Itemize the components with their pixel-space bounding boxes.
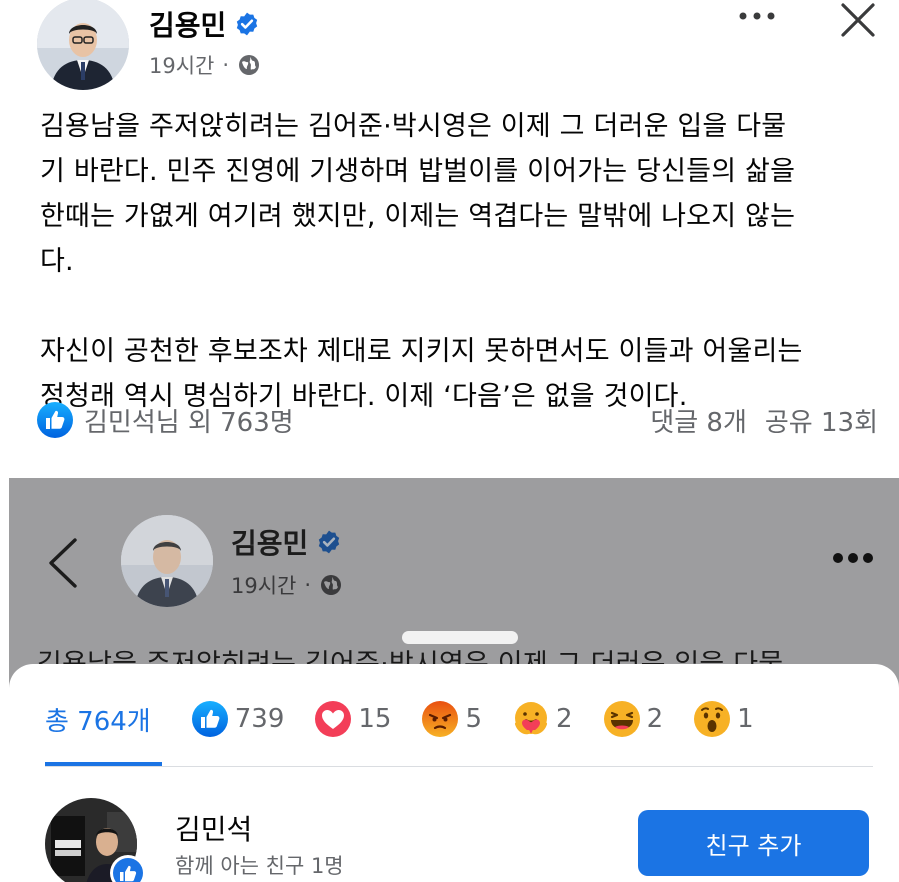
like-badge-icon	[110, 855, 146, 882]
person-name[interactable]: 김민석	[175, 808, 252, 848]
comments-count[interactable]: 댓글 8개	[650, 402, 747, 439]
tab-wow[interactable]: 1	[693, 694, 754, 744]
viewer-time[interactable]: 19시간	[231, 570, 296, 600]
angry-icon	[422, 701, 459, 737]
haha-count: 2	[646, 704, 664, 734]
meta-separator: ·	[304, 573, 312, 597]
divider	[45, 766, 873, 767]
post-meta: 19시간 ·	[149, 50, 261, 80]
post-line: 김용남을 주저앉히려는 김어준·박시영은 이제 그 더러운 입을 다물	[40, 111, 787, 142]
tab-love[interactable]: 15	[314, 694, 391, 744]
total-reactions-label: 총 764개	[45, 706, 151, 737]
tab-angry[interactable]: 5	[421, 694, 482, 744]
globe-icon	[239, 55, 260, 75]
reactions-summary: 김민석님 외 763명 댓글 8개 공유 13회	[36, 398, 878, 442]
post-card: 김용민 19시간 · 김용남을 주저앉히려는 김어준·박시영은 이제 그 더러운…	[0, 0, 899, 478]
viewer-author[interactable]: 김용민	[231, 522, 342, 562]
post-line: 다.	[40, 246, 74, 277]
care-count: 2	[556, 704, 573, 734]
haha-icon	[603, 701, 640, 737]
meta-separator: ·	[222, 53, 230, 77]
love-icon	[315, 701, 352, 737]
verified-badge-icon	[319, 530, 340, 554]
tab-like[interactable]: 739	[191, 694, 285, 744]
care-icon	[515, 702, 548, 735]
post-line: 자신이 공천한 후보조차 제대로 지키지 못하면서도 이들과 어울리는	[40, 336, 803, 367]
post-line: 기 바란다. 민주 진영에 기생하며 밥벌이를 이어가는 당신들의 삶을	[40, 156, 796, 187]
tab-haha[interactable]: 2	[603, 694, 664, 744]
love-count: 15	[358, 704, 392, 734]
add-friend-button[interactable]: 친구 추가	[638, 810, 869, 876]
tab-care[interactable]: 2	[512, 694, 573, 744]
post-line: 한때는 가엾게 여기려 했지만, 이제는 역겹다는 말밖에 나오지 않는	[40, 201, 796, 232]
globe-icon	[321, 575, 342, 595]
wow-icon	[694, 701, 731, 737]
mutual-friends: 함께 아는 친구 1명	[175, 854, 344, 878]
post-time[interactable]: 19시간	[149, 50, 214, 80]
more-options-icon[interactable]	[737, 6, 777, 26]
author-name[interactable]: 김용민	[149, 4, 226, 44]
back-chevron-icon[interactable]	[45, 536, 81, 590]
close-icon[interactable]	[838, 0, 878, 40]
angry-count: 5	[465, 704, 483, 734]
post-body: 김용남을 주저앉히려는 김어준·박시영은 이제 그 더러운 입을 다물 기 바란…	[40, 104, 875, 419]
likers-text[interactable]: 김민석님 외 763명	[84, 402, 294, 439]
wow-count: 1	[737, 704, 754, 734]
viewer-author-name[interactable]: 김용민	[231, 522, 308, 562]
tab-all-reactions[interactable]: 총 764개	[45, 694, 151, 744]
like-count: 739	[234, 704, 285, 734]
viewer-meta: 19시간 ·	[231, 570, 343, 600]
author-avatar[interactable]	[37, 0, 129, 90]
verified-badge-icon	[237, 12, 258, 36]
like-icon	[191, 701, 228, 737]
reactions-sheet: 총 764개 739 15 5 2 2 1 김민석 함께 아는 친구 1명 친구…	[9, 664, 899, 882]
post-author[interactable]: 김용민	[149, 4, 260, 44]
more-options-icon[interactable]	[831, 550, 875, 566]
like-icon	[37, 402, 73, 438]
reaction-tabs: 총 764개 739 15 5 2 2 1	[45, 694, 784, 744]
viewer-author-avatar[interactable]	[121, 515, 213, 607]
shares-count[interactable]: 공유 13회	[765, 402, 878, 439]
